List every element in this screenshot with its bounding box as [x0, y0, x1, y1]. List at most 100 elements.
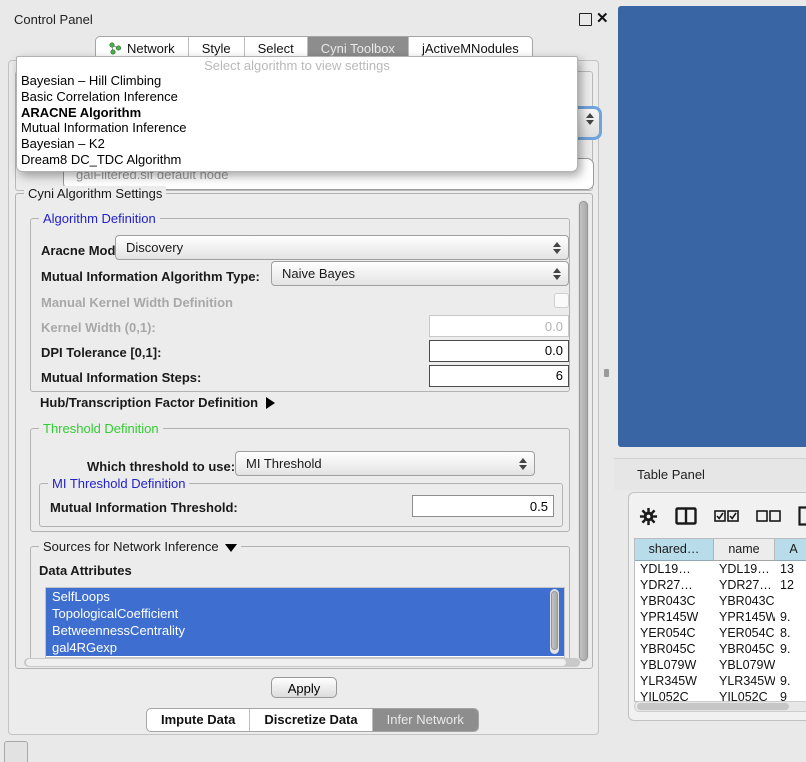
attributes-vertical-scrollbar[interactable] [550, 589, 559, 654]
algorithm-option[interactable]: Mutual Information Inference [17, 120, 577, 136]
table-panel-title: Table Panel [637, 467, 705, 482]
minimized-panel-button[interactable] [4, 741, 28, 762]
mi-steps-label: Mutual Information Steps: [41, 370, 201, 385]
attribute-item-selected[interactable]: TopologicalCoefficient [46, 605, 564, 622]
manual-kernel-checkbox[interactable] [554, 293, 569, 308]
table-cell: YBR043C [714, 593, 775, 609]
split-columns-icon[interactable] [675, 507, 697, 525]
application-root: Control Panel ✕ NetworkStyleSelectCyni T… [0, 0, 806, 762]
data-attributes-label: Data Attributes [39, 563, 132, 578]
select-none-unchecked-icon[interactable] [756, 510, 781, 522]
float-panel-icon[interactable] [579, 13, 592, 26]
gear-icon[interactable] [639, 507, 658, 526]
table-cell: 9. [775, 641, 806, 657]
node-attribute-table[interactable]: shared…nameA YDL19…YDL19…13YDR27…YDR27…1… [634, 538, 806, 702]
table-row[interactable]: YPR145WYPR145W9. [635, 609, 806, 625]
table-row[interactable]: YBL079WYBL079W [635, 657, 806, 673]
document-icon[interactable] [798, 506, 806, 526]
table-cell [775, 593, 806, 609]
aracne-mode-combobox[interactable]: Discovery [115, 235, 569, 260]
table-cell: 13 [775, 561, 806, 577]
tab-impute-data[interactable]: Impute Data [147, 709, 249, 731]
cyni-settings-group-title: Cyni Algorithm Settings [24, 186, 166, 201]
table-cell: YBL079W [714, 657, 775, 673]
scrollbar-thumb[interactable] [551, 591, 558, 650]
close-panel-icon[interactable]: ✕ [596, 9, 609, 27]
panel-divider-grip[interactable] [604, 369, 609, 377]
table-cell: 12 [775, 577, 806, 593]
control-panel-title: Control Panel [14, 12, 93, 27]
table-cell: YDR27… [714, 577, 775, 593]
network-tab-icon [109, 42, 122, 55]
table-cell: 9. [775, 673, 806, 689]
tab-infer-network[interactable]: Infer Network [372, 709, 478, 731]
table-cell: YER054C [635, 625, 714, 641]
attribute-item-selected[interactable]: BetweennessCentrality [46, 622, 564, 639]
table-row[interactable]: YDL19…YDL19…13 [635, 561, 806, 577]
table-cell: YPR145W [714, 609, 775, 625]
table-cell: YBL079W [635, 657, 714, 673]
table-cell: YDL19… [635, 561, 714, 577]
threshold-definition-title: Threshold Definition [39, 421, 163, 436]
which-threshold-combobox[interactable]: MI Threshold [235, 451, 535, 476]
table-panel-titlebar: Table Panel [614, 458, 806, 490]
which-threshold-value: MI Threshold [246, 456, 322, 471]
table-cell [775, 657, 806, 673]
attribute-item-selected[interactable]: gal4RGexp [46, 639, 564, 656]
mi-type-combobox[interactable]: Naive Bayes [271, 261, 569, 286]
table-rows: YDL19…YDL19…13YDR27…YDR27…12YBR043CYBR04… [635, 561, 806, 702]
table-cell: YDL19… [714, 561, 775, 577]
mi-type-value: Naive Bayes [282, 266, 355, 281]
table-cell: 8. [775, 625, 806, 641]
expand-right-icon [266, 397, 275, 409]
network-view-frame: GALGAL80GAL10GAL1GAL11SWI4GAL4GCY1HAP4YH… [618, 6, 806, 447]
sources-group-title[interactable]: Sources for Network Inference [39, 539, 241, 554]
algorithm-dropdown-items: Bayesian – Hill ClimbingBasic Correlatio… [17, 73, 577, 168]
column-header-name[interactable]: name [714, 539, 775, 561]
combo-arrows-icon [519, 452, 527, 475]
algorithm-option[interactable]: Bayesian – K2 [17, 136, 577, 152]
combo-arrows-icon [553, 262, 561, 285]
mi-threshold-label: Mutual Information Threshold: [50, 500, 238, 515]
cyni-algorithm-settings-group: Cyni Algorithm Settings Algorithm Defini… [15, 193, 593, 669]
kernel-width-field[interactable]: 0.0 [429, 315, 569, 337]
kernel-width-label: Kernel Width (0,1): [41, 320, 156, 335]
column-header-shared[interactable]: shared… [635, 539, 714, 561]
combo-arrows-icon [586, 113, 594, 125]
attribute-item-selected[interactable]: SelfLoops [46, 588, 564, 605]
scrollbar-thumb[interactable] [637, 703, 789, 710]
table-horizontal-scrollbar[interactable] [634, 701, 806, 712]
table-row[interactable]: YDR27…YDR27…12 [635, 577, 806, 593]
table-cell: YBR043C [635, 593, 714, 609]
bottom-tab-bar: Impute DataDiscretize DataInfer Network [146, 708, 479, 732]
algorithm-option[interactable]: ARACNE Algorithm [17, 105, 577, 121]
algorithm-option[interactable]: Bayesian – Hill Climbing [17, 73, 577, 89]
algorithm-definition-group: Algorithm Definition Aracne Mode: Discov… [30, 218, 570, 392]
manual-kernel-label: Manual Kernel Width Definition [41, 295, 233, 310]
apply-button[interactable]: Apply [271, 677, 337, 698]
settings-vertical-scrollbar[interactable] [578, 200, 589, 662]
table-header-row: shared…nameA [635, 539, 806, 561]
column-header-a[interactable]: A [775, 539, 806, 561]
select-all-checked-icon[interactable] [714, 510, 739, 522]
hub-definition-expander[interactable]: Hub/Transcription Factor Definition [40, 395, 275, 410]
settings-horizontal-scrollbar[interactable] [24, 658, 580, 667]
table-cell: YDR27… [635, 577, 714, 593]
table-row[interactable]: YER054CYER054C8. [635, 625, 806, 641]
table-cell: YBR045C [635, 641, 714, 657]
collapse-down-icon [225, 544, 237, 552]
mi-threshold-field[interactable]: 0.5 [412, 495, 554, 517]
dpi-tolerance-field[interactable]: 0.0 [429, 340, 569, 362]
algorithm-dropdown-popup: Select algorithm to view settings Bayesi… [16, 56, 578, 172]
aracne-mode-value: Discovery [126, 240, 183, 255]
table-row[interactable]: YLR345WYLR345W9. [635, 673, 806, 689]
algorithm-option[interactable]: Basic Correlation Inference [17, 89, 577, 105]
table-row[interactable]: YBR045CYBR045C9. [635, 641, 806, 657]
scrollbar-thumb[interactable] [26, 659, 566, 666]
tab-discretize-data[interactable]: Discretize Data [249, 709, 371, 731]
mi-steps-field[interactable]: 6 [429, 365, 569, 387]
algorithm-option[interactable]: Dream8 DC_TDC Algorithm [17, 152, 577, 168]
scrollbar-thumb[interactable] [579, 201, 588, 661]
data-attributes-list[interactable]: SelfLoopsTopologicalCoefficientBetweenne… [45, 587, 565, 658]
table-row[interactable]: YBR043CYBR043C [635, 593, 806, 609]
